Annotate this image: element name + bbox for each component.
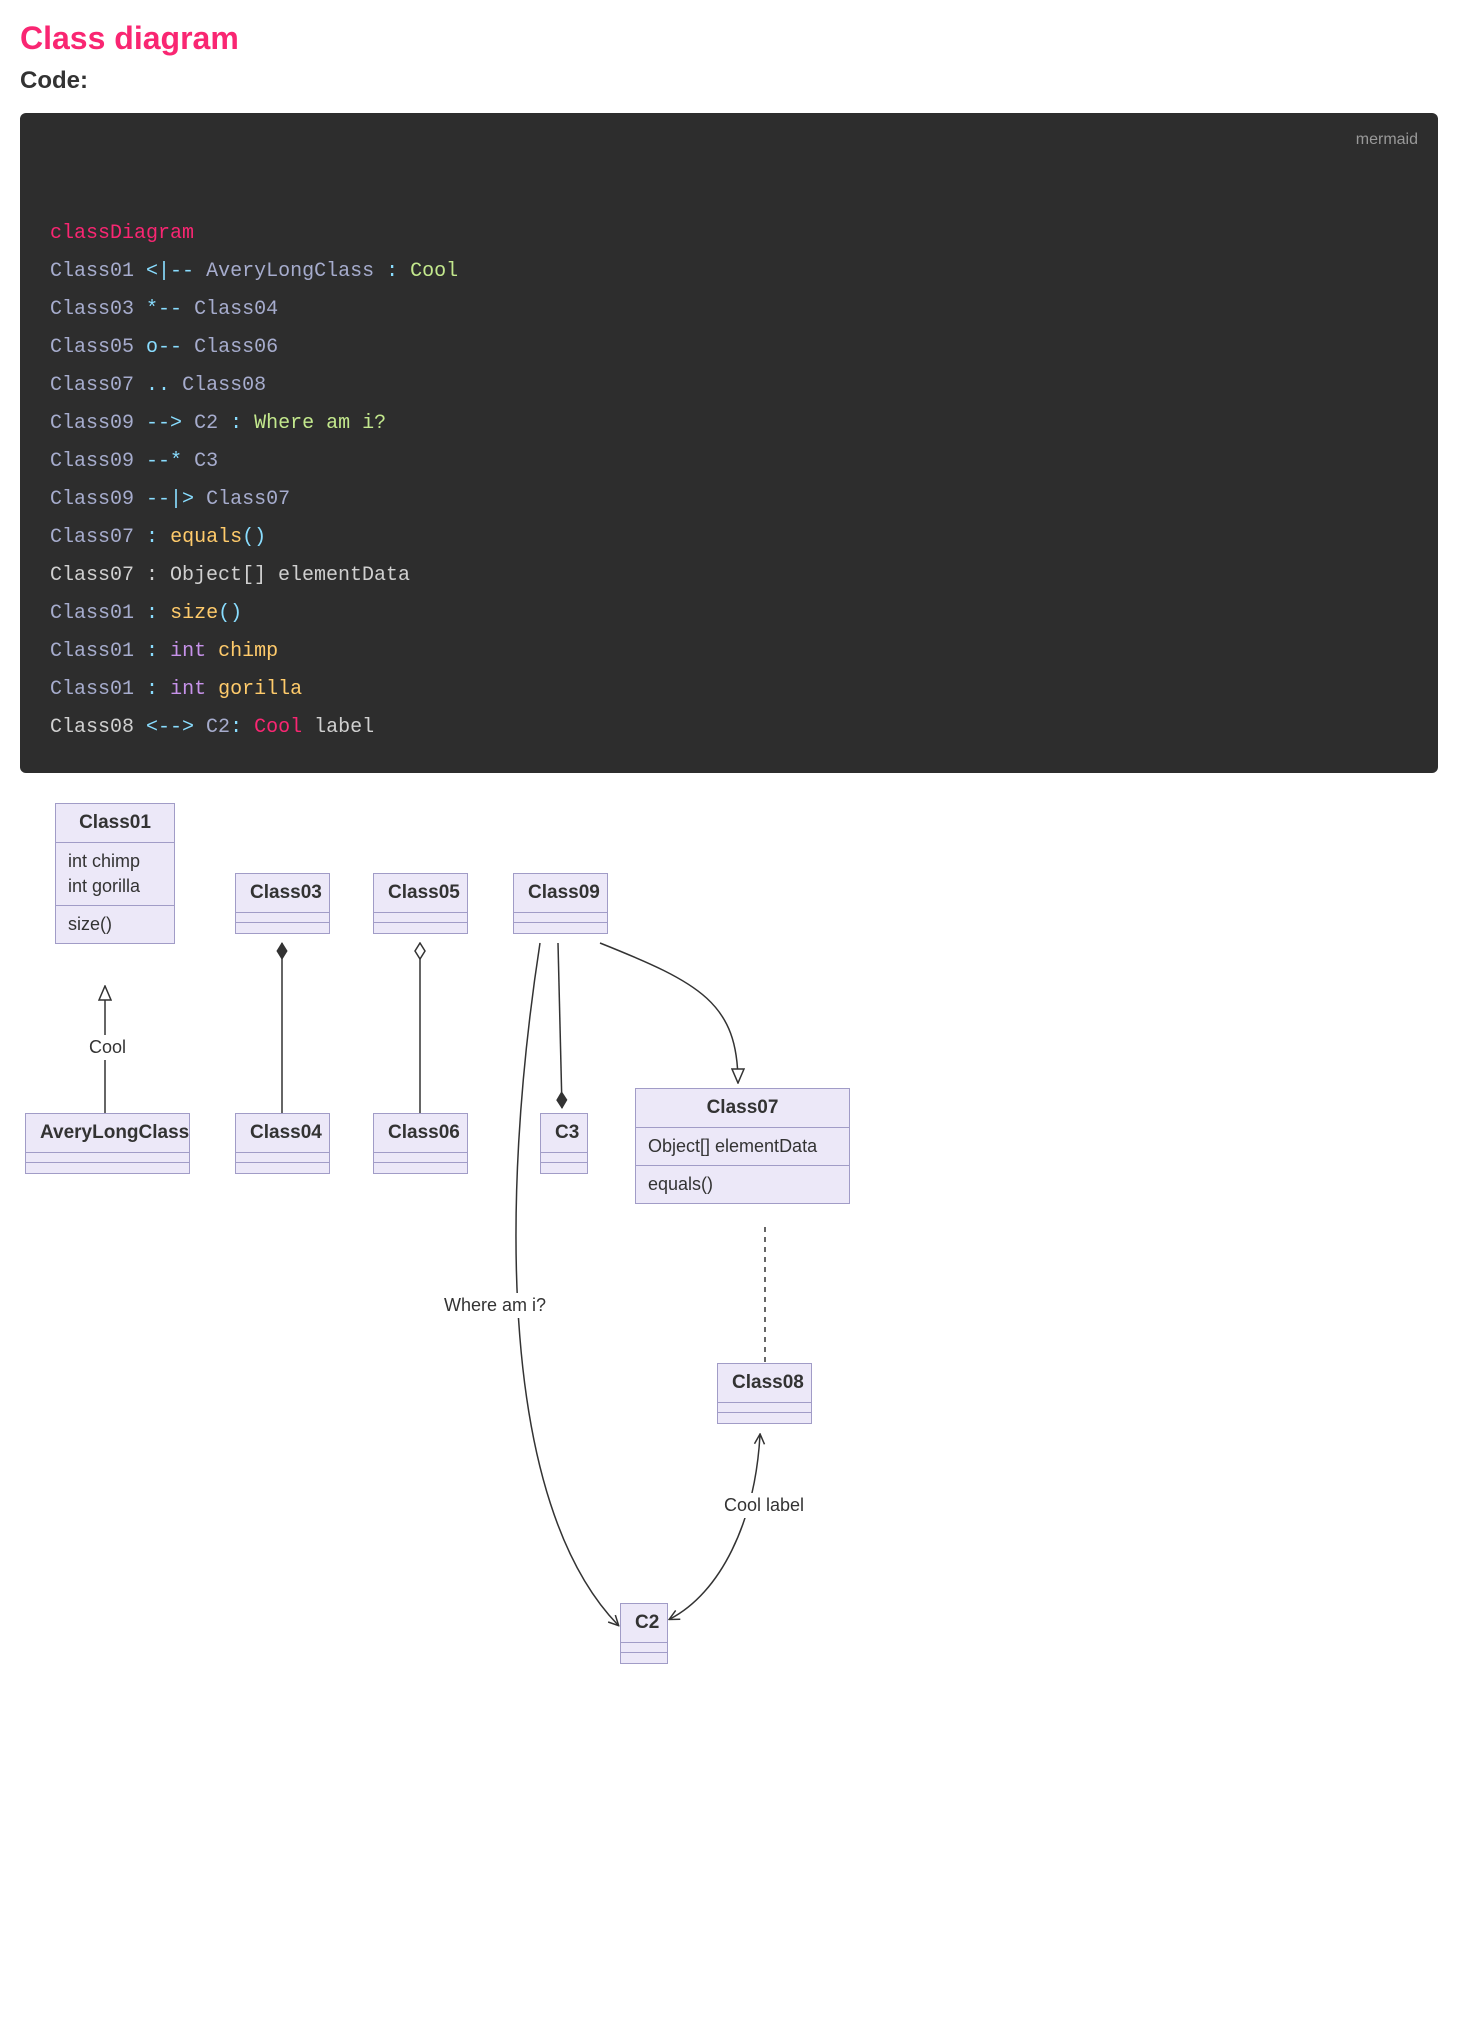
edge-label-cool: Cool bbox=[85, 1035, 130, 1060]
code-label: Code: bbox=[20, 67, 1438, 95]
code-lang-badge: mermaid bbox=[1356, 125, 1418, 155]
class-name: Class04 bbox=[236, 1114, 329, 1153]
page-title: Class diagram bbox=[20, 20, 1438, 57]
class-box-class04: Class04 bbox=[235, 1113, 330, 1174]
class-box-class01: Class01 int chimp int gorilla size() bbox=[55, 803, 175, 944]
class-method: equals() bbox=[648, 1172, 837, 1197]
class-box-class09: Class09 bbox=[513, 873, 608, 934]
class-name: Class05 bbox=[374, 874, 467, 913]
class-box-class06: Class06 bbox=[373, 1113, 468, 1174]
class-box-c3: C3 bbox=[540, 1113, 588, 1174]
class-box-averylongclass: AveryLongClass bbox=[25, 1113, 190, 1174]
class-name: Class01 bbox=[56, 804, 174, 843]
code-block[interactable]: mermaid classDiagram Class01 <|-- AveryL… bbox=[20, 113, 1438, 773]
class-box-class05: Class05 bbox=[373, 873, 468, 934]
class-attribute: Object[] elementData bbox=[648, 1134, 837, 1159]
class-box-class07: Class07 Object[] elementData equals() bbox=[635, 1088, 850, 1204]
class-attribute: int gorilla bbox=[68, 874, 162, 899]
class-box-class08: Class08 bbox=[717, 1363, 812, 1424]
class-box-class03: Class03 bbox=[235, 873, 330, 934]
code-keyword: classDiagram bbox=[50, 222, 194, 245]
class-method: size() bbox=[68, 912, 162, 937]
edge-label-coollabel: Cool label bbox=[720, 1493, 808, 1518]
class-name: AveryLongClass bbox=[26, 1114, 189, 1153]
diagram-edges: C2 (bidirectional arrows) --> bbox=[20, 803, 1020, 1753]
edge-label-where: Where am i? bbox=[440, 1293, 550, 1318]
class-attribute: int chimp bbox=[68, 849, 162, 874]
class-box-c2: C2 bbox=[620, 1603, 668, 1664]
class-name: Class06 bbox=[374, 1114, 467, 1153]
class-name: Class09 bbox=[514, 874, 607, 913]
class-name: C3 bbox=[541, 1114, 587, 1153]
class-name: Class03 bbox=[236, 874, 329, 913]
class-diagram: C2 (bidirectional arrows) --> Class01 in… bbox=[20, 803, 1020, 1753]
class-name: C2 bbox=[621, 1604, 667, 1643]
class-name: Class08 bbox=[718, 1364, 811, 1403]
class-name: Class07 bbox=[636, 1089, 849, 1128]
